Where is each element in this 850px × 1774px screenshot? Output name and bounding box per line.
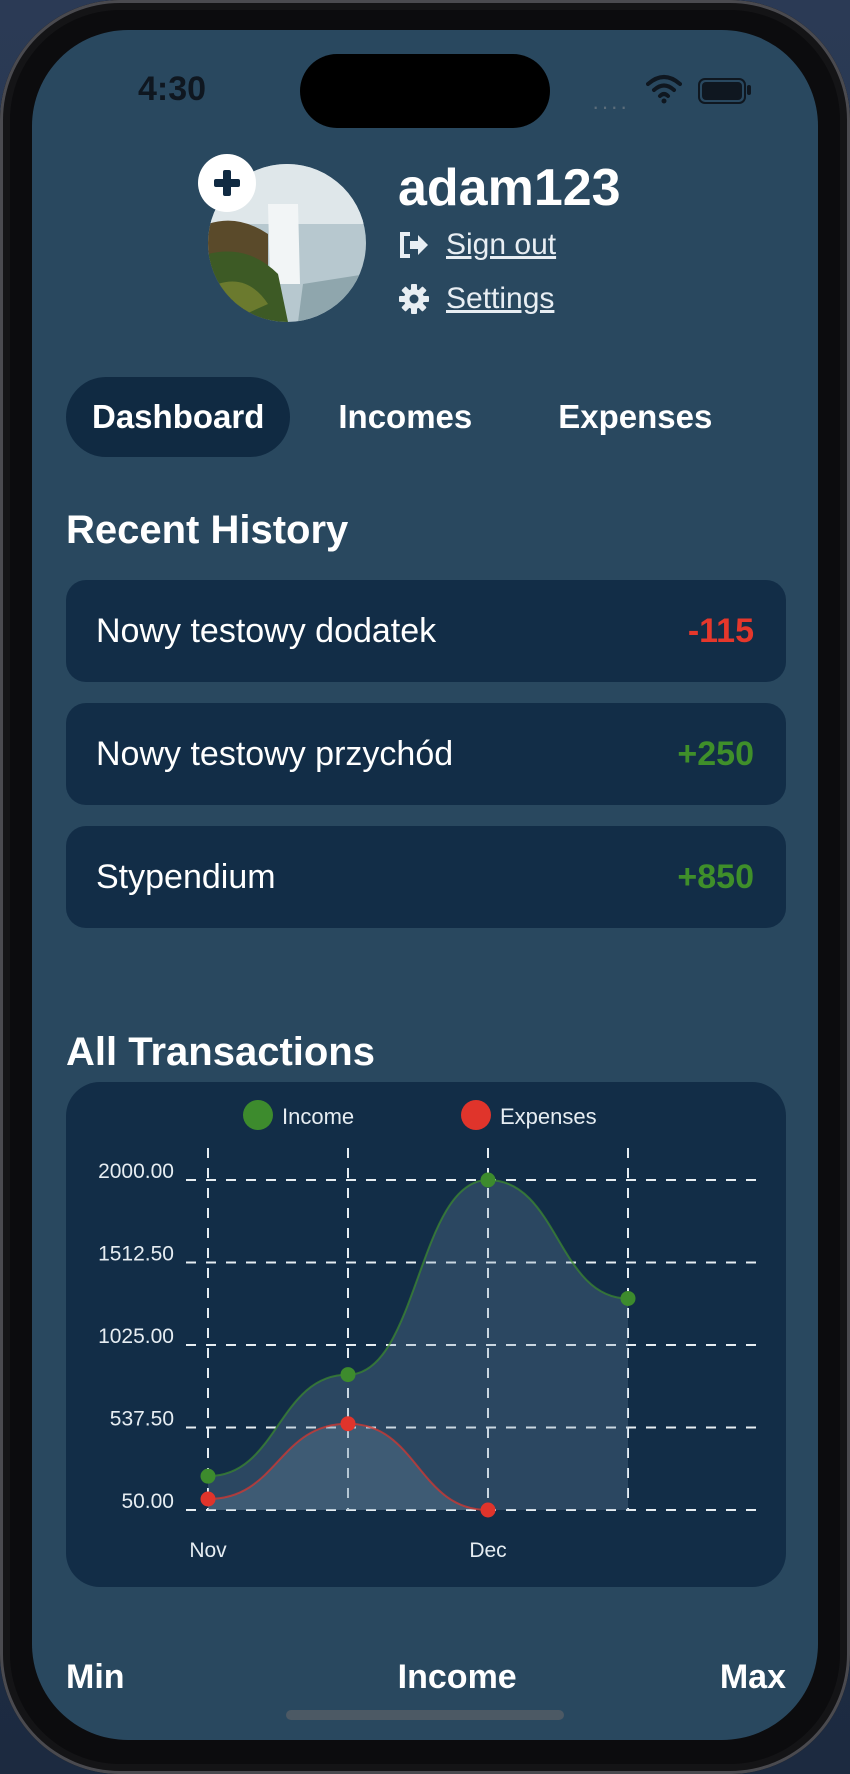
y-tick-label: 537.50 [110,1408,174,1431]
transaction-name: Nowy testowy dodatek [96,611,437,650]
all-transactions-title: All Transactions [66,1030,375,1074]
dynamic-island [300,54,550,128]
gear-icon [399,284,429,314]
data-point-income [200,1468,216,1484]
recent-history-list: Nowy testowy dodatek -115 Nowy testowy p… [66,580,786,949]
battery-icon [698,78,746,104]
add-photo-button[interactable] [198,154,256,212]
data-point-expenses [200,1491,216,1507]
legend-label: Income [282,1104,354,1129]
min-label: Min [66,1658,125,1696]
y-tick-label: 1025.00 [98,1325,174,1348]
data-point-income [480,1172,496,1188]
list-item[interactable]: Stypendium +850 [66,826,786,928]
y-tick-label: 1512.50 [98,1243,174,1266]
signal-icon: ···· [592,94,630,119]
data-point-expenses [480,1502,496,1518]
chart-svg: Income Expenses 2000.00 1512.50 1025.00 537.5… [98,1100,756,1562]
tab-dashboard[interactable]: Dashboard [66,377,291,457]
x-tick-label: Dec [469,1539,506,1562]
legend-swatch [461,1100,491,1130]
settings-link[interactable]: Settings [398,282,554,316]
recent-history-title: Recent History [66,508,349,552]
tab-expenses[interactable]: Expenses [532,377,738,457]
username: adam123 [398,159,621,217]
transaction-amount: -115 [687,611,754,650]
data-point-income [620,1290,636,1306]
data-point-income [340,1367,356,1383]
sign-out-label: Sign out [446,228,557,261]
y-tick-label: 2000.00 [98,1160,174,1183]
sign-out-icon [400,232,428,258]
max-label: Max [719,1658,786,1696]
legend-label: Expenses [500,1104,597,1129]
app-screen: 4:30 ···· adam123 Sign out Settings Dash… [32,30,818,1740]
x-tick-label: Nov [189,1539,227,1562]
wifi-icon [646,75,682,104]
transaction-name: Stypendium [96,857,276,896]
transactions-chart: Income Expenses 2000.00 1512.50 1025.00 537.5… [66,1082,786,1587]
battery-tip [747,85,751,95]
phone-frame: 4:30 ···· adam123 Sign out Settings Dash… [0,0,850,1774]
tab-incomes[interactable]: Incomes [312,377,498,457]
plus-icon [214,170,240,196]
transaction-amount: +250 [677,734,754,773]
list-item[interactable]: Nowy testowy przychód +250 [66,703,786,805]
income-label: Income [397,1658,517,1696]
settings-label: Settings [446,282,555,315]
tab-bar: Dashboard Incomes Expenses [66,377,786,457]
data-point-expenses [340,1416,356,1432]
status-time: 4:30 [138,70,207,108]
y-tick-label: 50.00 [121,1490,174,1513]
sign-out-link[interactable]: Sign out [398,228,556,262]
transaction-amount: +850 [677,857,754,896]
home-indicator[interactable] [286,1710,564,1720]
summary-labels: Min Income Max [66,1658,786,1697]
transaction-name: Nowy testowy przychód [96,734,454,773]
list-item[interactable]: Nowy testowy dodatek -115 [66,580,786,682]
legend-swatch [243,1100,273,1130]
